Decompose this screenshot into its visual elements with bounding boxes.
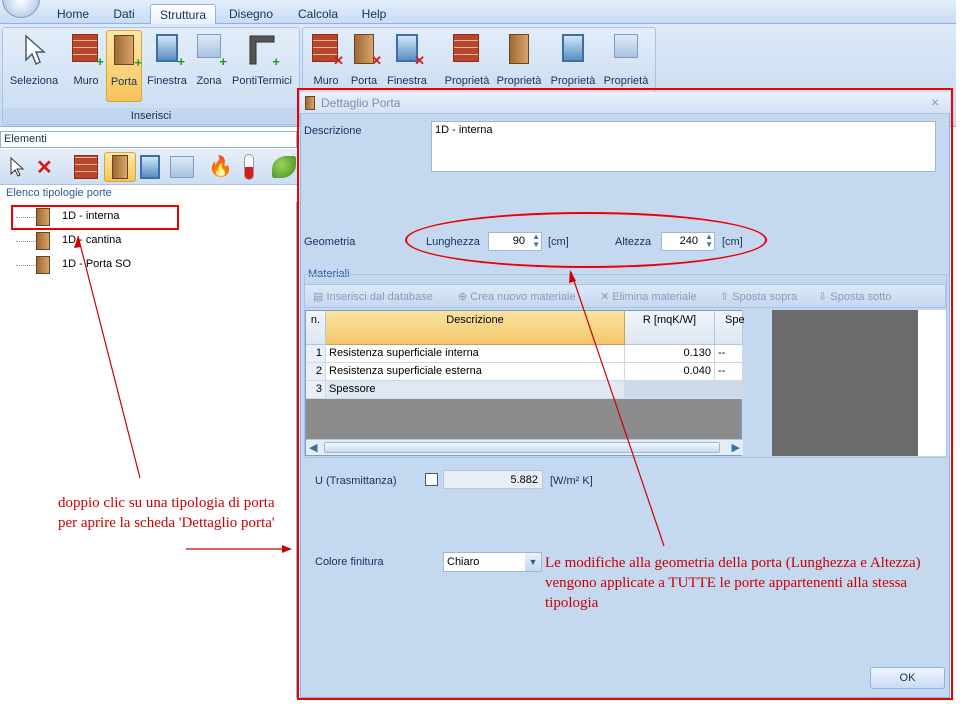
annotation-right: Le modifiche alla geometria della porta … (545, 555, 921, 611)
annotation-left: doppio clic su una tipologia di porta pe… (58, 495, 275, 531)
